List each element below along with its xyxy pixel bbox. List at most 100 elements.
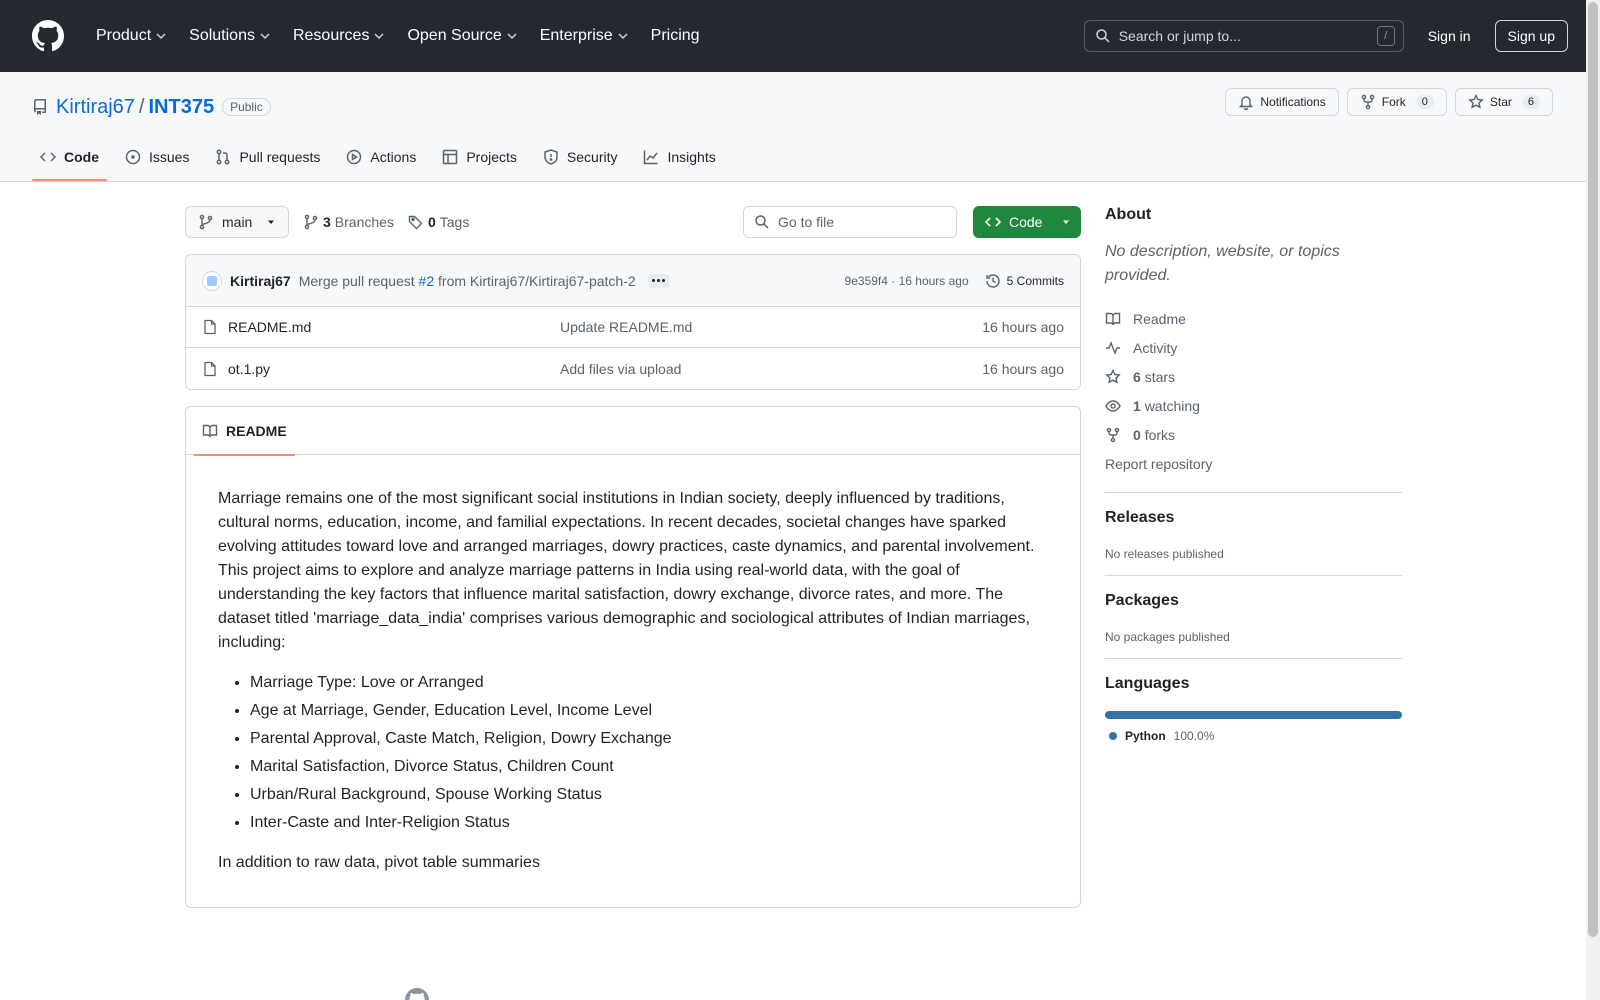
readme-outro: In addition to raw data, pivot table sum… [218, 854, 540, 871]
tab-projects-label: Projects [466, 149, 517, 165]
tab-actions[interactable]: Actions [338, 133, 424, 181]
tab-actions-label: Actions [370, 149, 417, 165]
file-age: 16 hours ago [982, 319, 1064, 335]
commit-author-link[interactable]: Kirtiraj67 [230, 273, 291, 289]
file-icon [204, 361, 216, 376]
nav-pricing[interactable]: Pricing [643, 19, 708, 53]
table-row[interactable]: README.md Update README.md 16 hours ago [186, 307, 1080, 348]
scrollbar-thumb[interactable] [1588, 2, 1598, 937]
watchers-link[interactable]: 1 watching [1105, 391, 1402, 420]
list-item: Marriage Type: Love or Arranged [250, 671, 1048, 695]
sign-up-button[interactable]: Sign up [1494, 20, 1568, 52]
global-search-input[interactable]: Search or jump to... / [1083, 20, 1404, 52]
file-commit-link[interactable]: Update README.md [560, 319, 982, 335]
tab-code[interactable]: Code [32, 133, 107, 181]
tab-issues[interactable]: Issues [117, 133, 197, 181]
code-icon [40, 152, 56, 162]
main-content: main 3 Branches 0 Tags Go to file Code K… [185, 206, 1081, 908]
file-name-link[interactable]: README.md [228, 319, 560, 335]
commit-sha-time[interactable]: 9e359f4 · 16 hours ago [845, 274, 969, 288]
languages-title: Languages [1105, 675, 1190, 692]
go-to-file-placeholder: Go to file [778, 214, 835, 230]
search-icon [1095, 29, 1110, 43]
search-placeholder: Search or jump to... [1118, 28, 1241, 44]
divider [1105, 575, 1402, 576]
tab-security[interactable]: Security [535, 133, 626, 181]
commit-message-suffix: from Kirtiraj67/Kirtiraj67-patch-2 [438, 272, 636, 289]
file-name-link[interactable]: ot.1.py [228, 361, 560, 377]
list-item: Urban/Rural Background, Spouse Working S… [250, 783, 1048, 807]
readme-link[interactable]: Readme [1105, 304, 1402, 333]
star-button[interactable]: Star 6 [1454, 88, 1553, 116]
branches-count: 3 [323, 214, 331, 230]
language-bar [1105, 711, 1402, 719]
language-item-python[interactable]: Python 100.0% [1105, 729, 1402, 743]
tab-readme[interactable]: README [194, 407, 295, 456]
fork-label: Fork [1381, 95, 1406, 109]
commit-message[interactable]: Merge pull request #2 from Kirtiraj67/Ki… [299, 273, 636, 289]
chevron-down-icon [374, 33, 384, 40]
tag-icon [408, 215, 423, 230]
tab-insights-label: Insights [667, 149, 716, 165]
fork-icon [1361, 94, 1375, 110]
github-logo-icon[interactable] [32, 20, 64, 52]
fork-button[interactable]: Fork 0 [1346, 88, 1447, 116]
branch-selector[interactable]: main [185, 206, 289, 238]
report-repository-link[interactable]: Report repository [1105, 449, 1402, 478]
nav-resources[interactable]: Resources [285, 19, 393, 53]
tags-link[interactable]: 0 Tags [408, 214, 469, 230]
avatar[interactable] [202, 270, 222, 291]
vertical-scrollbar[interactable] [1586, 0, 1600, 1000]
nav-open-source[interactable]: Open Source [399, 19, 525, 53]
book-icon [202, 424, 218, 437]
pull-request-icon [217, 149, 230, 165]
go-to-file-input[interactable]: Go to file [743, 206, 957, 238]
top-nav: Product Solutions Resources Open Source … [88, 19, 708, 53]
commits-history-link[interactable]: 5 Commits [985, 273, 1064, 289]
repo-name-link[interactable]: INT375 [148, 96, 214, 119]
nav-solutions[interactable]: Solutions [181, 19, 279, 53]
releases-title[interactable]: Releases [1105, 509, 1402, 527]
list-item: Age at Marriage, Gender, Education Level… [250, 699, 1048, 723]
file-age: 16 hours ago [982, 360, 1064, 377]
table-row[interactable]: ot.1.py Add files via upload 16 hours ag… [186, 348, 1080, 389]
repo-owner-link[interactable]: Kirtiraj67 [56, 96, 135, 119]
commit-pr-link[interactable]: #2 [419, 273, 435, 289]
commit-message-prefix: Merge pull request [298, 272, 415, 289]
chevron-down-icon [156, 33, 166, 40]
divider [1105, 658, 1402, 659]
commits-count-label: 5 Commits [1006, 273, 1064, 288]
forks-count: 0 [1133, 426, 1141, 443]
caret-down-icon [268, 220, 274, 224]
language-name: Python [1125, 729, 1166, 743]
nav-product[interactable]: Product [88, 19, 175, 53]
nav-enterprise[interactable]: Enterprise [532, 19, 637, 53]
activity-link[interactable]: Activity [1105, 333, 1402, 362]
repo-icon [33, 99, 46, 115]
code-dropdown-button[interactable]: Code [973, 206, 1081, 238]
packages-title[interactable]: Packages [1105, 592, 1402, 610]
stars-link[interactable]: 6 stars [1105, 362, 1402, 391]
readme-header: README [186, 407, 1080, 456]
shield-icon [544, 149, 558, 165]
page-footer [405, 988, 429, 1000]
code-button-label: Code [1009, 214, 1043, 230]
file-commit-link[interactable]: Add files via upload [560, 361, 982, 377]
expand-commit-button[interactable] [647, 273, 670, 288]
bell-icon [1239, 96, 1254, 110]
history-icon [985, 273, 1000, 288]
tab-pull-requests[interactable]: Pull requests [207, 133, 328, 181]
star-icon [1468, 94, 1484, 109]
nav-solutions-label: Solutions [189, 27, 255, 44]
tab-projects[interactable]: Projects [434, 133, 525, 181]
forks-label: forks [1144, 426, 1176, 443]
forks-link[interactable]: 0 forks [1105, 420, 1402, 449]
notifications-button[interactable]: Notifications [1225, 88, 1339, 116]
sign-in-link[interactable]: Sign in [1428, 28, 1471, 44]
tab-insights[interactable]: Insights [635, 133, 723, 181]
github-logo-icon[interactable] [405, 988, 429, 1000]
tab-security-label: Security [566, 149, 618, 165]
file-list: Kirtiraj67 Merge pull request #2 from Ki… [185, 254, 1081, 390]
branches-link[interactable]: 3 Branches [303, 214, 394, 230]
tab-pull-requests-label: Pull requests [239, 149, 321, 165]
